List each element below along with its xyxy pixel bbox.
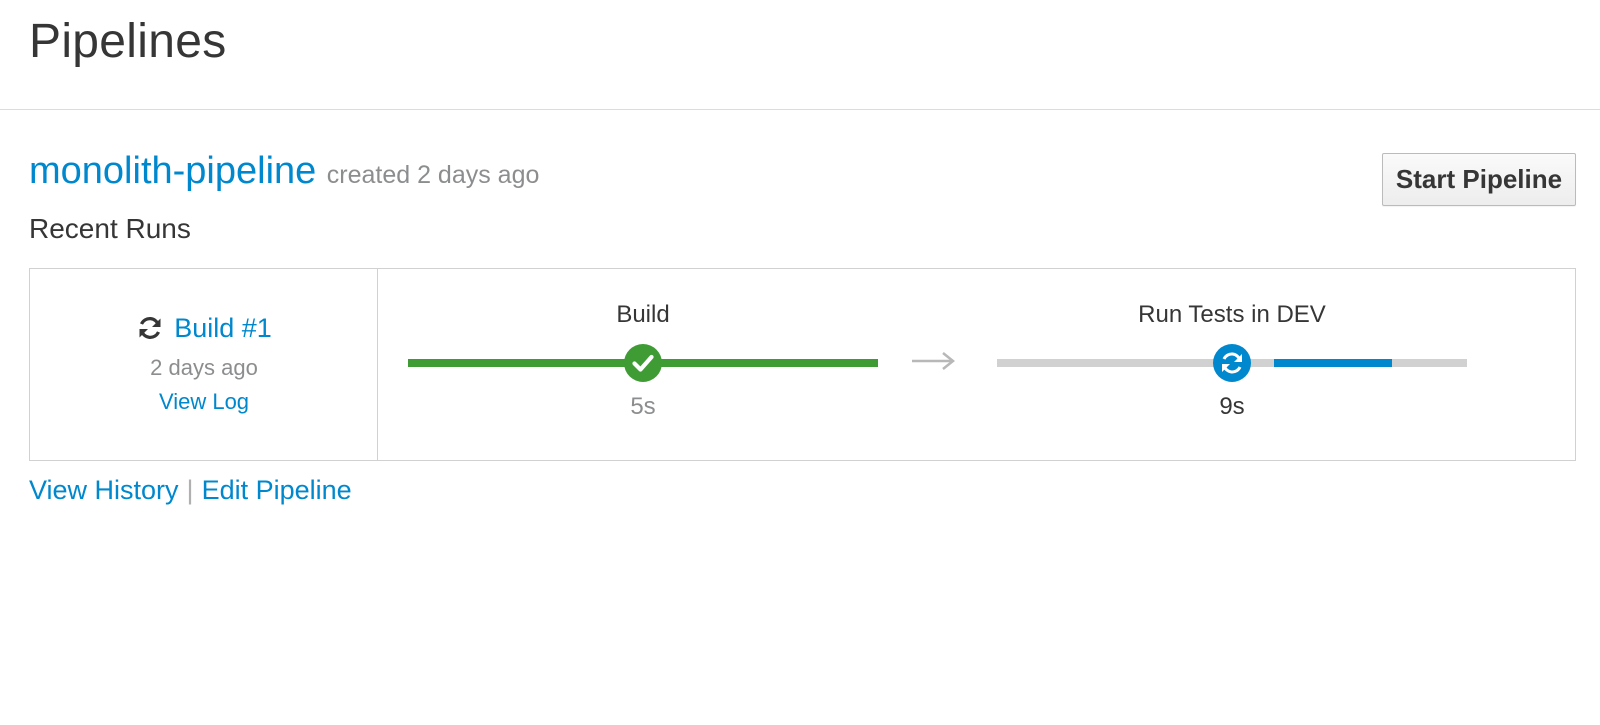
stage-duration: 9s	[1219, 393, 1245, 420]
page-header: Pipelines	[0, 0, 1600, 110]
build-time: 2 days ago	[150, 355, 258, 380]
page-title: Pipelines	[29, 15, 227, 68]
check-icon[interactable]	[624, 344, 662, 382]
build-link[interactable]: Build #1	[174, 313, 272, 343]
link-separator: |	[186, 475, 194, 505]
stage-duration: 5s	[630, 393, 656, 420]
stage-run-tests: Run Tests in DEV 9s	[997, 269, 1467, 460]
refresh-icon[interactable]	[1213, 344, 1251, 382]
footer-links: View History | Edit Pipeline	[29, 475, 352, 506]
arrow-right-icon	[912, 352, 956, 370]
start-pipeline-button[interactable]: Start Pipeline	[1382, 153, 1576, 206]
run-summary: Build #1 2 days ago View Log	[30, 269, 378, 460]
pipeline-created-time: created 2 days ago	[326, 161, 540, 189]
build-line: Build #1	[30, 313, 378, 344]
view-log-link[interactable]: View Log	[30, 389, 378, 415]
refresh-icon	[139, 317, 161, 339]
pipeline-title: monolith-pipeline created 2 days ago	[29, 150, 539, 193]
pipeline-name-link[interactable]: monolith-pipeline	[29, 150, 316, 192]
stage-name: Run Tests in DEV	[1138, 301, 1326, 328]
stage-build: Build 5s	[408, 269, 878, 460]
stage-name: Build	[616, 301, 670, 328]
recent-runs-heading: Recent Runs	[29, 213, 191, 244]
runs-table: Build #1 2 days ago View Log Build 5s Ru…	[29, 268, 1576, 461]
stage-progress-fill	[1274, 359, 1392, 367]
view-history-link[interactable]: View History	[29, 475, 179, 505]
edit-pipeline-link[interactable]: Edit Pipeline	[202, 475, 352, 505]
